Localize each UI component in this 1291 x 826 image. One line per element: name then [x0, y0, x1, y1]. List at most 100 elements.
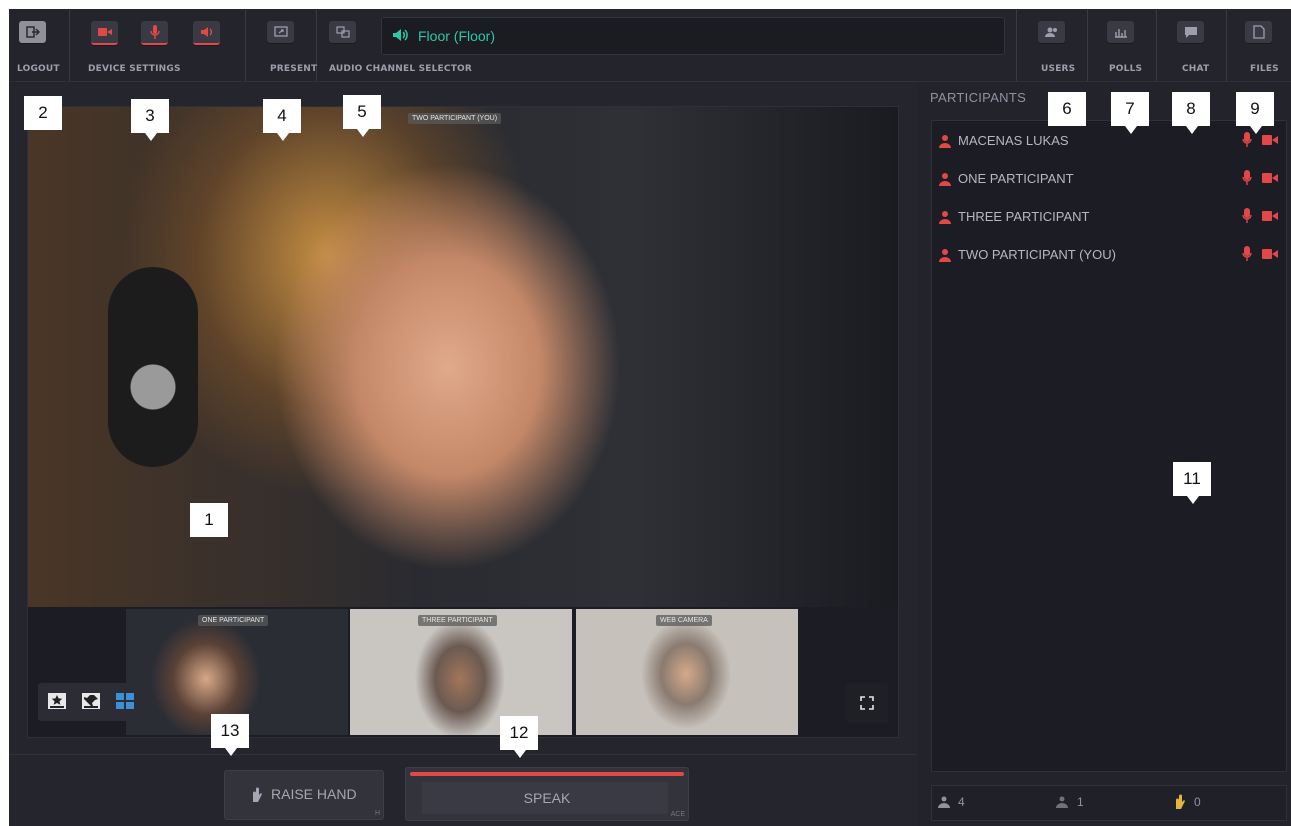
screen-share-icon: [273, 26, 288, 37]
participant-row[interactable]: ONE PARTICIPANT: [938, 167, 1286, 191]
layout-grid-button[interactable]: [116, 693, 134, 709]
audio-channel-value: Floor (Floor): [418, 28, 496, 44]
audio-channel-button[interactable]: [329, 21, 356, 43]
speak-button[interactable]: SPEAK ACE: [405, 767, 689, 821]
person-icon: [939, 211, 951, 224]
participants-title: PARTICIPANTS: [930, 90, 1027, 105]
participant-row[interactable]: TWO PARTICIPANT (YOU): [938, 243, 1286, 267]
callout-13: 13: [211, 714, 249, 756]
camera-icon: [1262, 173, 1278, 183]
callout-8: 8: [1172, 92, 1210, 134]
participant-row[interactable]: MACENAS LUKAS: [938, 129, 1286, 153]
users-icon: [1044, 27, 1057, 37]
fullscreen-icon: [860, 696, 874, 710]
speaker-count-icon: [1056, 796, 1068, 808]
microphone-icon: [1242, 132, 1252, 147]
participant-name: MACENAS LUKAS: [958, 133, 1069, 148]
speaker-toggle-button[interactable]: [193, 21, 220, 45]
pin-layout-icon: [84, 695, 98, 708]
video-stage: TWO PARTICIPANT (YOU) ONE PARTICIPANT TH…: [27, 106, 899, 738]
thumbnail-web-camera[interactable]: WEB CAMERA: [576, 609, 798, 735]
callout-4: 4: [263, 99, 301, 141]
camera-toggle-button[interactable]: [91, 21, 118, 45]
files-group: FILES: [1226, 9, 1291, 81]
raised-hand-count: 0: [1194, 795, 1201, 809]
thumbnail-label: ONE PARTICIPANT: [198, 615, 269, 626]
layout-pin-button[interactable]: [82, 693, 100, 709]
logout-group: LOGOUT: [9, 9, 70, 81]
present-button[interactable]: [267, 21, 294, 43]
participant-name: TWO PARTICIPANT (YOU): [958, 247, 1116, 262]
file-icon: [1252, 25, 1265, 39]
participant-row[interactable]: THREE PARTICIPANT: [938, 205, 1286, 229]
logout-icon: [25, 26, 40, 38]
microphone-toggle-button[interactable]: [141, 21, 168, 45]
raised-hand-icon: [1176, 794, 1185, 809]
chat-group: CHAT: [1156, 9, 1227, 81]
speak-shortcut: ACE: [670, 811, 685, 818]
chat-icon: [1184, 27, 1197, 38]
fullscreen-button[interactable]: [846, 683, 888, 723]
audio-channel-select[interactable]: Floor (Floor): [381, 17, 1005, 55]
participant-name: THREE PARTICIPANT: [958, 209, 1090, 224]
thumbnail-label: WEB CAMERA: [656, 615, 712, 626]
users-button[interactable]: [1038, 21, 1065, 43]
microphone-icon: [1242, 170, 1252, 185]
raise-hand-button[interactable]: RAISE HAND H: [224, 770, 384, 820]
files-button[interactable]: [1245, 21, 1272, 43]
top-toolbar: LOGOUT DEVICE SETTINGS PRESENT AUDIO CHA…: [9, 9, 1291, 82]
user-count: 4: [958, 795, 965, 809]
polls-label: POLLS: [1109, 64, 1143, 74]
microphone-icon: [1242, 246, 1252, 261]
device-settings-label: DEVICE SETTINGS: [88, 64, 181, 74]
users-group: USERS: [1016, 9, 1088, 81]
callout-11: 11: [1173, 462, 1211, 504]
callout-12: 12: [500, 716, 538, 758]
video-area: TWO PARTICIPANT (YOU) ONE PARTICIPANT TH…: [9, 82, 917, 754]
logout-label: LOGOUT: [17, 64, 60, 74]
speaker-icon: [200, 27, 212, 37]
speak-label: SPEAK: [523, 790, 571, 806]
raise-hand-shortcut: H: [374, 810, 380, 817]
star-layout-icon: [50, 695, 64, 708]
camera-icon: [97, 28, 112, 36]
thumbnail-label: THREE PARTICIPANT: [418, 615, 497, 626]
person-icon: [939, 173, 951, 186]
grid-layout-icon: [116, 693, 134, 709]
callout-6: 6: [1048, 92, 1086, 126]
chat-label: CHAT: [1182, 64, 1210, 74]
main-video-label: TWO PARTICIPANT (YOU): [408, 113, 502, 124]
chat-button[interactable]: [1177, 21, 1204, 43]
poll-chart-icon: [1114, 29, 1127, 38]
device-settings-group: DEVICE SETTINGS: [69, 9, 246, 81]
user-count-icon: [938, 796, 950, 808]
camera-icon: [1262, 211, 1278, 221]
polls-group: POLLS: [1086, 9, 1157, 81]
speaker-count: 1: [1077, 795, 1084, 809]
participant-name: ONE PARTICIPANT: [958, 171, 1074, 186]
callout-1: 1: [190, 503, 228, 537]
bottom-controls: RAISE HAND H SPEAK ACE: [9, 754, 917, 826]
main-video[interactable]: TWO PARTICIPANT (YOU): [28, 107, 898, 607]
polls-button[interactable]: [1107, 21, 1134, 43]
participants-panel: PARTICIPANTS MACENAS LUKAS ONE PARTICIPA…: [917, 82, 1291, 826]
logout-button[interactable]: [19, 21, 46, 43]
files-label: FILES: [1250, 64, 1279, 74]
microphone-icon: [149, 25, 160, 39]
callout-7: 7: [1111, 92, 1149, 134]
translate-icon: [335, 26, 350, 38]
layout-featured-button[interactable]: [48, 693, 66, 709]
present-group: PRESENT: [245, 9, 317, 81]
callout-2: 2: [24, 96, 62, 130]
layout-switcher: [38, 683, 146, 721]
callout-5: 5: [343, 95, 381, 137]
present-label: PRESENT: [270, 64, 318, 74]
participant-stats: 4 1 0: [931, 785, 1287, 821]
camera-icon: [1262, 249, 1278, 259]
camera-icon: [1262, 135, 1278, 145]
microphone-icon: [1242, 208, 1252, 223]
conference-app: LOGOUT DEVICE SETTINGS PRESENT AUDIO CHA…: [9, 9, 1291, 826]
headset-shape: [108, 267, 198, 467]
users-label: USERS: [1041, 64, 1076, 74]
thumbnail-three-participant[interactable]: THREE PARTICIPANT: [350, 609, 572, 735]
